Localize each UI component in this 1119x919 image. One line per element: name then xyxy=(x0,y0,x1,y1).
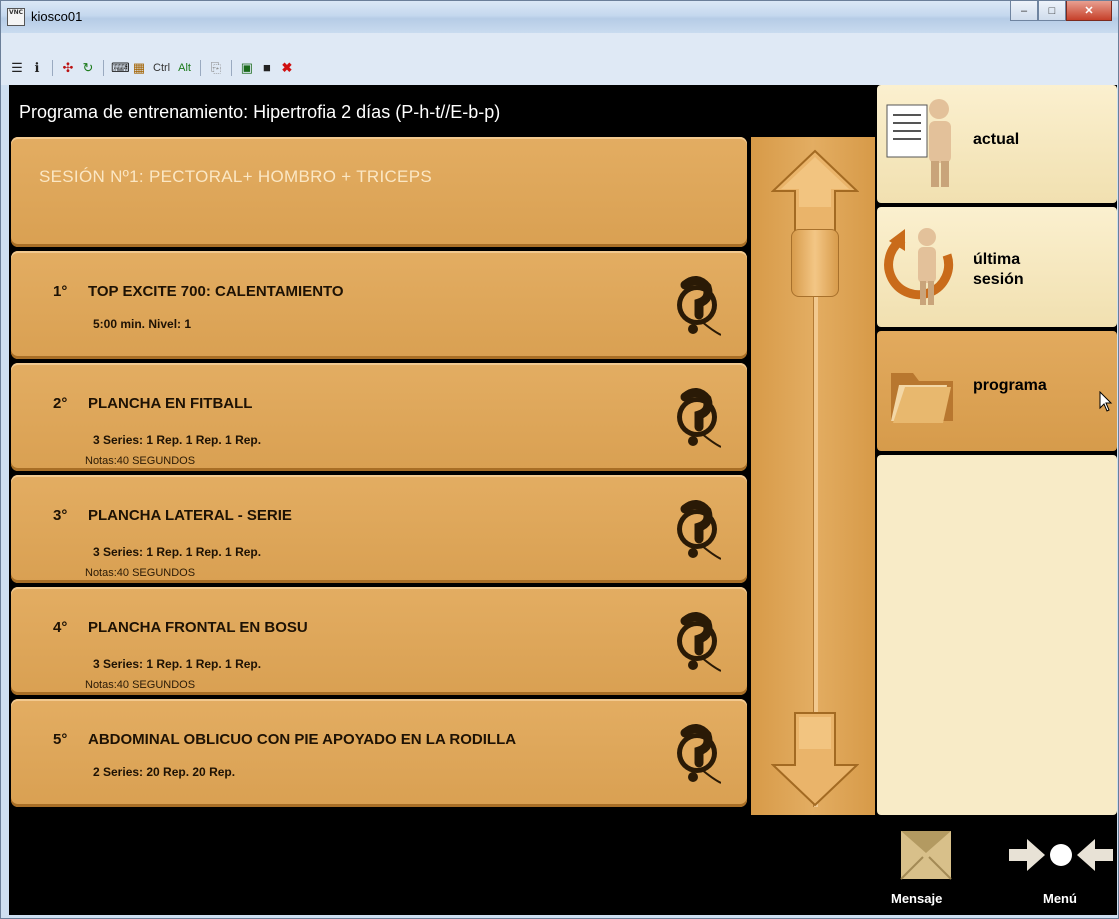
menu-arrows-icon[interactable] xyxy=(1009,835,1113,875)
exercise-number: 1° xyxy=(53,283,68,300)
list-scrollbar[interactable] xyxy=(751,137,875,815)
exercise-name: TOP EXCITE 700: CALENTAMIENTO xyxy=(88,283,344,300)
exercise-help-icon[interactable] xyxy=(657,719,721,787)
window-title: kiosco01 xyxy=(31,9,83,24)
exercise-notes: Notas:40 SEGUNDOS xyxy=(85,567,196,579)
vnc-window: VNC kiosco01 – □ ✕ ☰ ℹ ✣ ↻ ⌨ ▦ Ctrl Alt … xyxy=(0,0,1119,919)
exercise-name: PLANCHA EN FITBALL xyxy=(88,395,253,412)
program-header: Programa de entrenamiento: Hipertrofia 2… xyxy=(9,85,875,133)
actual-button[interactable]: actual xyxy=(877,85,1117,203)
exercise-notes: Notas:40 SEGUNDOS xyxy=(85,679,196,691)
envelope-icon[interactable] xyxy=(897,823,955,885)
info-icon[interactable]: ℹ xyxy=(29,60,45,76)
exercise-detail: 5:00 min. Nivel: 1 xyxy=(93,317,192,331)
kiosk-screen: Programa de entrenamiento: Hipertrofia 2… xyxy=(9,85,1117,915)
ctrl-alt-del-icon[interactable]: ⌨ xyxy=(111,60,130,76)
vnc-app-icon: VNC xyxy=(7,8,25,26)
history-person-icon xyxy=(884,228,954,305)
new-connection-icon[interactable]: ▣ xyxy=(239,60,255,76)
maximize-button[interactable]: □ xyxy=(1038,1,1066,21)
exercise-help-icon[interactable] xyxy=(657,495,721,563)
exercise-detail: 3 Series: 1 Rep. 1 Rep. 1 Rep. xyxy=(93,433,262,447)
menu-button[interactable]: Menú xyxy=(1043,891,1077,906)
options-icon[interactable]: ☰ xyxy=(9,60,25,76)
exercise-help-icon[interactable] xyxy=(657,271,721,339)
exercise-card[interactable]: 1° TOP EXCITE 700: CALENTAMIENTO 5:00 mi… xyxy=(11,251,747,359)
windows-key-icon[interactable]: ▦ xyxy=(131,60,147,76)
exercise-card[interactable]: 2° PLANCHA EN FITBALL 3 Series: 1 Rep. 1… xyxy=(11,363,747,471)
disconnect-icon[interactable]: ✖ xyxy=(279,60,295,76)
vnc-toolbar-icons: ☰ ℹ ✣ ↻ ⌨ ▦ Ctrl Alt ⎘ ▣ ■ ✖ xyxy=(9,59,295,77)
close-button[interactable]: ✕ xyxy=(1066,1,1112,21)
exercise-name: PLANCHA LATERAL - SERIE xyxy=(88,507,292,524)
ultima-label-line2: sesión xyxy=(973,271,1024,288)
exercise-help-icon[interactable] xyxy=(657,383,721,451)
document-person-icon xyxy=(886,99,951,187)
side-blank-panel xyxy=(877,455,1117,815)
toolbar-separator xyxy=(52,60,53,76)
program-title: Programa de entrenamiento: Hipertrofia 2… xyxy=(19,102,501,122)
toolbar-separator xyxy=(103,60,104,76)
ultima-sesion-button[interactable]: última sesión xyxy=(877,207,1117,327)
mouse-cursor-icon xyxy=(1099,391,1113,412)
exercise-detail: 3 Series: 1 Rep. 1 Rep. 1 Rep. xyxy=(93,657,262,671)
toolbar-separator xyxy=(230,60,232,76)
exercise-name: PLANCHA FRONTAL EN BOSU xyxy=(88,619,308,636)
exercise-name: ABDOMINAL OBLICUO CON PIE APOYADO EN LA … xyxy=(88,731,517,748)
alt-key-button[interactable]: Alt xyxy=(176,60,193,76)
refresh-icon[interactable]: ↻ xyxy=(80,60,96,76)
exercise-number: 3° xyxy=(53,507,68,524)
exercise-number: 4° xyxy=(53,619,68,636)
mensaje-button[interactable]: Mensaje xyxy=(891,891,942,906)
clipboard-icon[interactable]: ⎘ xyxy=(208,60,224,76)
actual-label: actual xyxy=(973,131,1020,148)
window-titlebar: VNC kiosco01 – □ ✕ xyxy=(1,1,1118,33)
exercise-card[interactable]: 5° ABDOMINAL OBLICUO CON PIE APOYADO EN … xyxy=(11,699,747,807)
exercise-notes: Notas:40 SEGUNDOS xyxy=(85,455,196,467)
fullscreen-icon[interactable]: ✣ xyxy=(60,60,76,76)
ctrl-key-button[interactable]: Ctrl xyxy=(151,60,172,76)
folder-icon xyxy=(891,373,953,423)
minimize-button[interactable]: – xyxy=(1010,1,1038,21)
exercise-number: 5° xyxy=(53,731,68,748)
session-card: SESIÓN Nº1: PECTORAL+ HOMBRO + TRICEPS xyxy=(11,137,747,247)
exercise-number: 2° xyxy=(53,395,68,412)
exercise-card[interactable]: 3° PLANCHA LATERAL - SERIE 3 Series: 1 R… xyxy=(11,475,747,583)
exercise-detail: 3 Series: 1 Rep. 1 Rep. 1 Rep. xyxy=(93,545,262,559)
programa-label: programa xyxy=(973,377,1047,394)
bottom-bar: Mensaje Menú xyxy=(9,815,1117,915)
exercise-detail: 2 Series: 20 Rep. 20 Rep. xyxy=(93,765,236,779)
save-icon[interactable]: ■ xyxy=(259,60,275,76)
scroll-thumb[interactable] xyxy=(791,229,839,297)
session-title: SESIÓN Nº1: PECTORAL+ HOMBRO + TRICEPS xyxy=(39,167,432,186)
toolbar-separator xyxy=(199,60,201,76)
exercise-card[interactable]: 4° PLANCHA FRONTAL EN BOSU 3 Series: 1 R… xyxy=(11,587,747,695)
side-menu: actual última sesión programa xyxy=(877,85,1117,815)
programa-button[interactable]: programa xyxy=(877,331,1117,451)
ultima-label-line1: última xyxy=(973,251,1021,268)
scroll-down-arrow-icon[interactable] xyxy=(771,709,859,809)
window-controls: – □ ✕ xyxy=(1010,1,1112,23)
exercise-help-icon[interactable] xyxy=(657,607,721,675)
